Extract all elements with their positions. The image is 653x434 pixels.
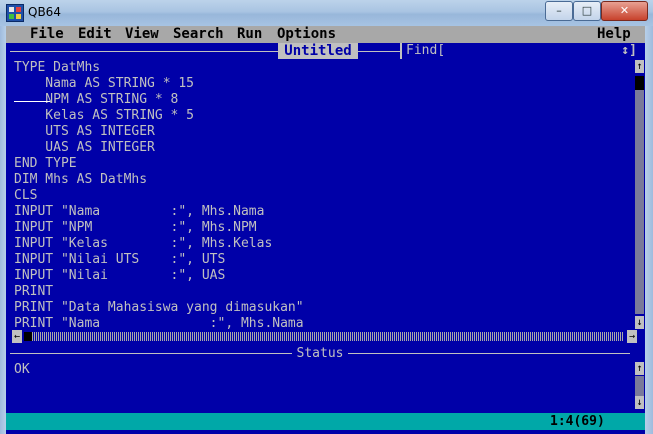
code-line[interactable]: DIM Mhs AS DatMhs xyxy=(14,172,147,188)
scroll-up-icon[interactable]: ↑ xyxy=(635,60,644,73)
code-line[interactable]: Nama AS STRING * 15 xyxy=(14,76,194,92)
editor-frame-top-right xyxy=(358,51,400,52)
bottom-status-bar: 1:4(69) xyxy=(6,413,645,430)
find-label: Find[ xyxy=(406,43,446,58)
scroll-left-icon[interactable]: ← xyxy=(12,330,22,343)
code-line[interactable]: PRINT xyxy=(14,284,53,300)
code-editor[interactable]: TYPE DatMhs Nama AS STRING * 15 NPM AS S… xyxy=(6,60,630,331)
menu-options[interactable]: Options xyxy=(277,26,336,43)
menu-help[interactable]: Help xyxy=(597,26,631,43)
status-scroll-track[interactable] xyxy=(635,376,644,396)
text-cursor xyxy=(14,101,50,102)
status-message: OK xyxy=(14,362,30,377)
horizontal-scroll-thumb[interactable] xyxy=(24,332,32,341)
code-line[interactable]: INPUT "Nilai UTS :", UTS xyxy=(14,252,225,268)
scroll-right-icon[interactable]: → xyxy=(627,330,637,343)
code-line[interactable]: NPM AS STRING * 8 xyxy=(14,92,178,108)
code-line[interactable]: END TYPE xyxy=(14,156,77,172)
code-line[interactable]: INPUT "Nama :", Mhs.Nama xyxy=(14,204,264,220)
menu-run[interactable]: Run xyxy=(237,26,262,43)
window-titlebar[interactable]: QB64 – □ ✕ xyxy=(0,0,653,26)
menu-file[interactable]: File xyxy=(30,26,64,43)
horizontal-scroll-track[interactable] xyxy=(24,332,624,341)
qb64-client-area: File Edit View Search Run Options Help U… xyxy=(6,26,645,434)
menu-bar: File Edit View Search Run Options Help xyxy=(6,26,645,43)
cursor-position: 1:4(69) xyxy=(550,414,605,429)
find-dropdown-icon[interactable]: ↕] xyxy=(621,43,637,59)
status-frame-right xyxy=(348,353,630,354)
find-box[interactable]: Find[ ↕] xyxy=(400,43,641,59)
minimize-button[interactable]: – xyxy=(545,1,573,21)
editor-horizontal-scrollbar[interactable]: ← → xyxy=(12,330,638,343)
scroll-track[interactable] xyxy=(635,90,644,314)
window-border-right xyxy=(645,26,653,434)
code-line[interactable]: PRINT "Data Mahasiswa yang dimasukan" xyxy=(14,300,304,316)
scroll-thumb[interactable] xyxy=(635,76,644,90)
close-button[interactable]: ✕ xyxy=(601,1,648,21)
status-scroll-down-icon[interactable]: ↓ xyxy=(635,396,644,409)
menu-search[interactable]: Search xyxy=(173,26,224,43)
code-line[interactable]: CLS xyxy=(14,188,37,204)
code-line[interactable]: INPUT "Nilai :", UAS xyxy=(14,268,225,284)
editor-frame-top-left xyxy=(10,51,278,52)
code-line[interactable]: INPUT "Kelas :", Mhs.Kelas xyxy=(14,236,272,252)
status-title: Status xyxy=(292,346,348,361)
qb64-app-icon xyxy=(6,4,24,22)
code-line[interactable]: INPUT "NPM :", Mhs.NPM xyxy=(14,220,257,236)
menu-view[interactable]: View xyxy=(125,26,159,43)
scroll-down-icon[interactable]: ↓ xyxy=(635,316,644,329)
status-scroll-up-icon[interactable]: ↑ xyxy=(635,362,644,375)
maximize-button[interactable]: □ xyxy=(573,1,601,21)
editor-title: Untitled xyxy=(278,43,358,59)
code-line[interactable]: UTS AS INTEGER xyxy=(14,124,155,140)
menu-edit[interactable]: Edit xyxy=(78,26,112,43)
code-line[interactable]: TYPE DatMhs xyxy=(14,60,100,76)
editor-vertical-scrollbar[interactable]: ↑ ↓ xyxy=(634,60,645,330)
status-frame-left xyxy=(10,353,292,354)
code-line[interactable]: UAS AS INTEGER xyxy=(14,140,155,156)
status-vertical-scrollbar[interactable]: ↑ ↓ xyxy=(634,362,645,410)
code-line[interactable]: Kelas AS STRING * 5 xyxy=(14,108,194,124)
window-title: QB64 xyxy=(28,5,61,19)
